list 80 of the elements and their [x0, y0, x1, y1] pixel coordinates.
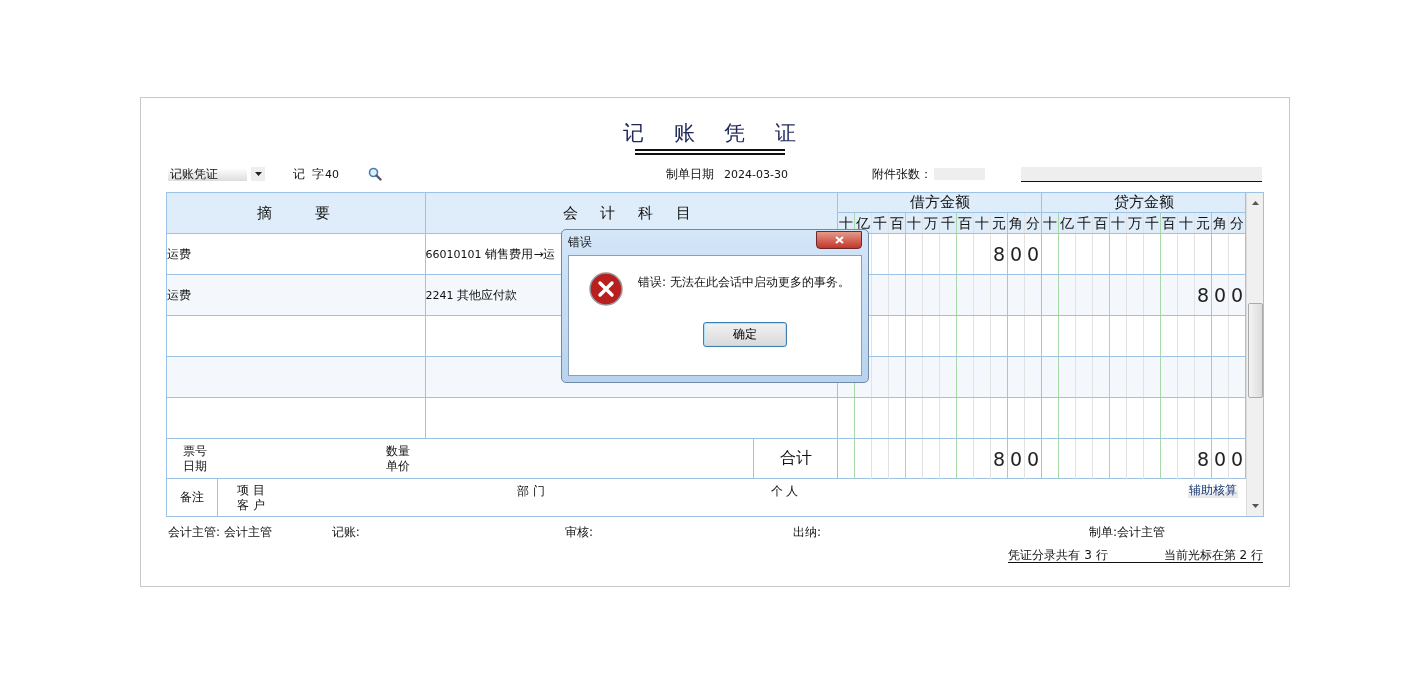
scrollbar[interactable]: [1246, 193, 1263, 516]
date-label: 日期: [183, 458, 207, 474]
entry-count-text: 凭证分录共有 3 行: [1008, 548, 1108, 562]
digit-header: 角: [1212, 213, 1229, 233]
digit-header: 十: [906, 213, 923, 233]
amount-digit: 0: [1230, 285, 1244, 305]
digit-header: 百: [957, 213, 974, 233]
customer-label: 客 户: [237, 498, 265, 513]
column-header: 贷方金额: [1042, 193, 1246, 213]
person-label: 个 人: [770, 483, 799, 500]
search-icon[interactable]: [368, 167, 382, 181]
total-label: 合计: [779, 448, 812, 469]
signature-label: 出纳:: [792, 524, 821, 541]
digit-header: 万: [1127, 213, 1144, 233]
attachments-label: 附件张数：: [871, 165, 932, 183]
digit-header: 十: [1110, 213, 1127, 233]
dropdown-button[interactable]: [251, 167, 265, 181]
digit-header: 千: [940, 213, 957, 233]
total-digit: 8: [992, 449, 1006, 469]
digit-header: 千: [1144, 213, 1161, 233]
total-digit: 8: [1196, 449, 1210, 469]
close-icon: [834, 235, 844, 244]
signature-label: 会计主管: 会计主管: [168, 524, 272, 541]
digit-header: 十: [974, 213, 991, 233]
column-header: 借方金额: [838, 193, 1042, 213]
signature-label: 审核:: [564, 524, 593, 541]
digit-header: 角: [1008, 213, 1025, 233]
error-icon: [589, 272, 623, 306]
digit-header: 十: [1178, 213, 1195, 233]
digit-header: 千: [872, 213, 889, 233]
ok-button[interactable]: 确定: [703, 322, 787, 347]
summary-cell: 运费: [167, 245, 191, 263]
digit-header: 元: [991, 213, 1008, 233]
scroll-up-icon[interactable]: [1251, 201, 1259, 205]
amount-digit: 0: [1213, 285, 1227, 305]
amount-digit: 8: [1196, 285, 1210, 305]
signature-label: 制单:会计主管: [1089, 524, 1166, 541]
department-label: 部 门: [516, 483, 545, 500]
text-field[interactable]: [1020, 166, 1262, 182]
caret-icon: [254, 172, 262, 176]
total-digit: 0: [1213, 449, 1227, 469]
scroll-down-icon[interactable]: [1251, 504, 1259, 508]
amount-digit: 0: [1009, 244, 1023, 264]
error-message: 错误: 无法在此会话中启动更多的事务。: [638, 274, 850, 291]
digit-header: 千: [1076, 213, 1093, 233]
total-digit: 0: [1230, 449, 1244, 469]
digit-header: 亿: [1059, 213, 1076, 233]
dialog-title: 错误: [568, 234, 592, 251]
date-value: 2024-03-30: [724, 167, 788, 181]
digit-header: 十: [1042, 213, 1059, 233]
digit-header: 百: [1161, 213, 1178, 233]
date-label: 制单日期: [666, 165, 714, 183]
digit-header: 元: [1195, 213, 1212, 233]
quantity-label: 数量: [386, 443, 410, 459]
voucher-title: 记 账 凭 证: [621, 120, 808, 146]
voucher-word: 记: [293, 165, 305, 183]
voucher-type-field[interactable]: 记账凭证: [168, 167, 247, 181]
signature-label: 记账:: [331, 524, 360, 541]
scroll-thumb[interactable]: [1247, 303, 1263, 398]
ticket-label: 票号: [183, 443, 207, 459]
remarks-label: 备注: [180, 489, 204, 506]
account-cell: 66010101 销售费用→运: [425, 245, 556, 263]
digit-header: 分: [1025, 213, 1042, 233]
amount-digit: 0: [1026, 244, 1040, 264]
digit-header: 百: [1093, 213, 1110, 233]
voucher-number: 40: [325, 167, 339, 181]
close-button[interactable]: [816, 230, 862, 249]
auxiliary-button[interactable]: 辅助核算: [1188, 483, 1238, 498]
voucher-char: 字: [312, 165, 324, 183]
digit-header: 百: [889, 213, 906, 233]
account-cell: 2241 其他应付款: [425, 286, 518, 304]
total-digit: 0: [1009, 449, 1023, 469]
summary-cell: 运费: [167, 286, 191, 304]
total-digit: 0: [1026, 449, 1040, 469]
cursor-position-text: 当前光标在第 2 行: [1163, 548, 1263, 562]
price-label: 单价: [386, 458, 410, 474]
column-header: 摘 要: [167, 193, 426, 233]
digit-header: 万: [923, 213, 940, 233]
amount-digit: 8: [992, 244, 1006, 264]
project-label: 项 目: [237, 483, 265, 498]
